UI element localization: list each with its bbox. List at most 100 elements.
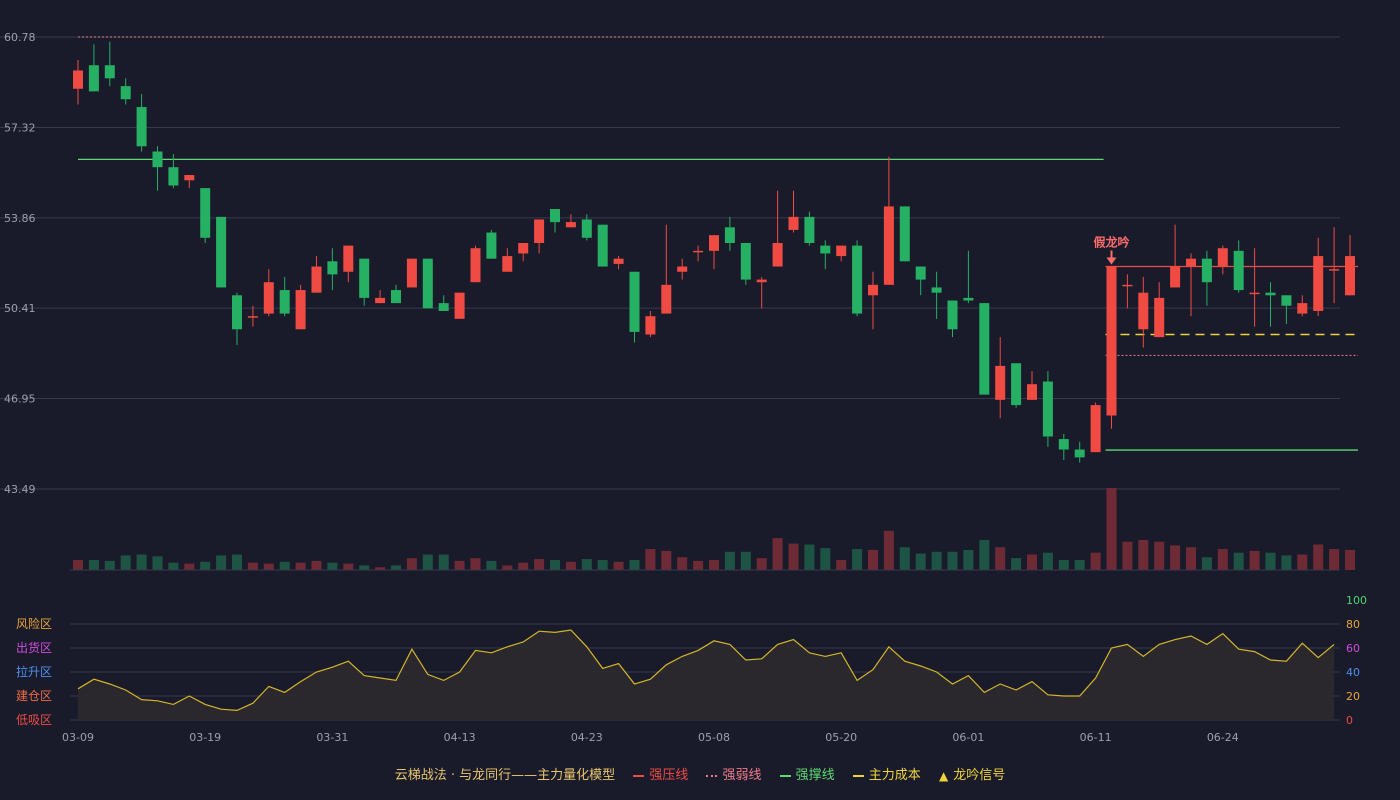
volume-bar — [724, 551, 735, 570]
candle-body — [1042, 381, 1053, 437]
volume-bars — [70, 488, 1355, 571]
candle-body — [979, 303, 990, 395]
volume-bar — [1011, 558, 1022, 570]
indicator-tick-label: 20 — [1346, 690, 1360, 703]
legend-item-pressure: 强压线 — [633, 764, 688, 783]
candle-body — [1027, 384, 1037, 400]
signal-label: 假龙吟 — [1093, 235, 1129, 250]
volume-bar — [947, 551, 958, 570]
volume-bar — [454, 560, 465, 570]
candle-body — [422, 258, 433, 309]
price-tick-label: 57.32 — [4, 121, 36, 134]
price-tick-label: 60.78 — [4, 31, 36, 44]
x-tick-label: 05-20 — [825, 731, 857, 744]
volume-bar — [263, 563, 274, 570]
legend-item-weak: 强弱线 — [706, 764, 762, 783]
candle-body — [1106, 266, 1117, 416]
legend-swatch-support — [779, 774, 791, 777]
candle-body — [1329, 269, 1340, 271]
indicator-tick-label: 0 — [1346, 714, 1353, 727]
volume-bar — [406, 558, 417, 570]
candle-body — [359, 258, 370, 298]
candle-body — [1154, 297, 1165, 338]
volume-bar — [597, 559, 608, 570]
volume-bar — [883, 530, 894, 570]
candle-body — [168, 167, 179, 186]
candle-body — [200, 188, 211, 238]
candle-body — [1058, 439, 1069, 450]
indicator-tick-label: 100 — [1346, 594, 1367, 607]
x-tick-label: 03-19 — [189, 731, 221, 744]
candle-body — [995, 365, 1006, 400]
candle-body — [963, 297, 974, 301]
candle-body — [1345, 256, 1355, 296]
candle-body — [295, 290, 306, 330]
candle-body — [931, 287, 942, 293]
volume-bar — [1201, 557, 1212, 570]
candle-body — [947, 300, 958, 330]
candle-body — [454, 292, 465, 319]
volume-bar — [756, 558, 767, 570]
volume-bar — [995, 547, 1006, 570]
volume-bar — [868, 549, 878, 570]
volume-bar — [979, 539, 990, 570]
candle-body — [232, 295, 242, 330]
legend-title: 云梯战法 · 与龙同行——主力量化模型 — [394, 768, 616, 783]
indicator-zone-label: 出货区 — [16, 640, 52, 655]
volume-bar — [788, 543, 799, 570]
x-tick-label: 04-13 — [444, 731, 476, 744]
candlestick-chart: 60.78 57.32 53.86 50.41 46.95 43.49 假龙吟 100 80… — [0, 31, 1367, 744]
candle-body — [502, 256, 513, 272]
indicator-tick-label: 80 — [1346, 618, 1360, 631]
arrow-down-icon — [1106, 257, 1117, 265]
volume-bar — [693, 560, 704, 570]
candle-body — [1122, 284, 1133, 287]
candle-body — [597, 224, 608, 267]
candles — [73, 41, 1355, 463]
volume-bar — [1217, 549, 1228, 570]
volume-bar — [104, 560, 115, 570]
x-tick-label: 05-08 — [698, 731, 730, 744]
candle-body — [852, 245, 863, 314]
candle-body — [804, 216, 815, 244]
candle-body — [1186, 258, 1196, 267]
candle-body — [709, 235, 719, 251]
volume-bar — [391, 565, 401, 570]
candle-body — [247, 316, 258, 318]
candle-body — [438, 303, 449, 311]
volume-bar — [168, 562, 179, 570]
candle-body — [1201, 258, 1212, 283]
volume-bar — [184, 563, 195, 570]
volume-bar — [899, 547, 910, 570]
volume-bar — [772, 538, 783, 570]
candle-body — [263, 282, 274, 314]
volume-bar — [1106, 488, 1117, 570]
candle-body — [1074, 449, 1085, 458]
volume-bar — [1313, 544, 1324, 570]
volume-bar — [518, 562, 529, 570]
candle-body — [677, 266, 688, 272]
volume-bar — [200, 561, 211, 570]
volume-bar — [1249, 550, 1260, 570]
volume-bar — [931, 551, 942, 570]
candle-body — [661, 284, 672, 314]
volume-bar — [311, 560, 322, 570]
candle-body — [391, 290, 401, 304]
volume-bar — [327, 562, 338, 570]
x-tick-label: 06-24 — [1207, 731, 1239, 744]
candle-body — [406, 258, 417, 288]
candle-body — [565, 222, 576, 228]
candle-body — [470, 248, 481, 283]
x-tick-label: 03-31 — [316, 731, 348, 744]
volume-bar — [1186, 547, 1196, 570]
candle-body — [788, 216, 799, 230]
candle-body — [899, 206, 910, 262]
volume-bar — [963, 549, 974, 570]
candle-body — [1233, 250, 1244, 291]
volume-bar — [661, 550, 672, 570]
candle-body — [756, 279, 767, 283]
candle-body — [327, 261, 338, 275]
volume-bar — [136, 554, 147, 570]
volume-bar — [279, 561, 290, 570]
candle-body — [1281, 295, 1292, 306]
